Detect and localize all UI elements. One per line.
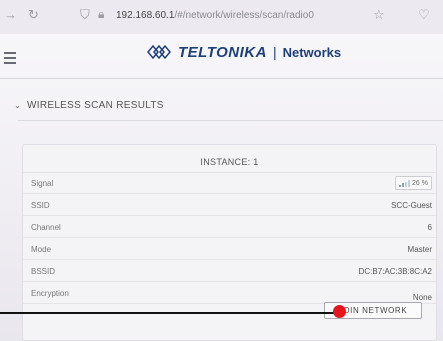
table-row: SSID SCC-Guest <box>23 195 438 216</box>
section-divider <box>18 120 443 121</box>
table-row: Signal 26 % <box>23 173 438 194</box>
row-value: DC:B7:AC:3B:8C:A2 <box>358 267 432 276</box>
router-page: TELTONIKA | Networks ⌄ WIRELESS SCAN RES… <box>0 34 443 341</box>
annotation-dot <box>333 305 346 318</box>
card-title: INSTANCE: 1 <box>200 157 259 167</box>
shield-icon[interactable]: ⛉ <box>80 8 90 21</box>
row-label: Channel <box>31 223 61 232</box>
row-value: 6 <box>427 223 432 232</box>
section-title: WIRELESS SCAN RESULTS <box>27 100 164 111</box>
section-header[interactable]: ⌄ WIRELESS SCAN RESULTS <box>14 100 164 111</box>
chevron-down-icon[interactable]: ⌄ <box>14 101 21 110</box>
bookmark-star-icon[interactable]: ☆ <box>373 8 385 21</box>
row-label: Encryption <box>31 289 69 298</box>
table-row: Encryption None <box>23 283 438 304</box>
row-label: Mode <box>31 245 52 254</box>
header-divider <box>0 78 443 79</box>
lock-icon[interactable]: 🔒︎ <box>98 8 104 20</box>
menu-icon[interactable] <box>4 52 16 64</box>
signal-icon <box>399 179 411 187</box>
row-label: BSSID <box>31 267 56 276</box>
url-path: /#/network/wireless/scan/radio0 <box>174 10 314 21</box>
address-bar[interactable]: 192.168.60.1/#/network/wireless/scan/rad… <box>116 10 314 21</box>
row-value: SCC-Guest <box>391 201 432 210</box>
signal-badge: 26 % <box>395 176 432 190</box>
url-host: 192.168.60.1 <box>116 10 175 21</box>
browser-toolbar: → ↻ ⛉ 🔒︎ 192.168.60.1/#/network/wireless… <box>0 0 443 34</box>
annotation-line <box>0 312 338 314</box>
pocket-icon[interactable]: ♡ <box>418 8 430 21</box>
table-row: Mode Master <box>23 239 438 260</box>
table-row: Channel 6 <box>23 217 438 238</box>
table-row: BSSID DC:B7:AC:3B:8C:A2 <box>23 261 438 282</box>
brand-logo: TELTONIKA | Networks <box>146 43 341 61</box>
row-label: Signal <box>31 179 54 188</box>
teltonika-logo-icon <box>147 44 171 60</box>
forward-arrow-icon[interactable]: → <box>4 8 17 21</box>
row-value: Master <box>407 245 432 254</box>
brand-subtitle: Networks <box>282 44 342 60</box>
brand-name: TELTONIKA <box>178 43 267 61</box>
row-value: None <box>412 293 432 302</box>
signal-value: 26 % <box>412 179 428 187</box>
reload-icon[interactable]: ↻ <box>28 8 39 21</box>
row-label: SSID <box>31 201 50 210</box>
brand-separator: | <box>272 44 277 60</box>
